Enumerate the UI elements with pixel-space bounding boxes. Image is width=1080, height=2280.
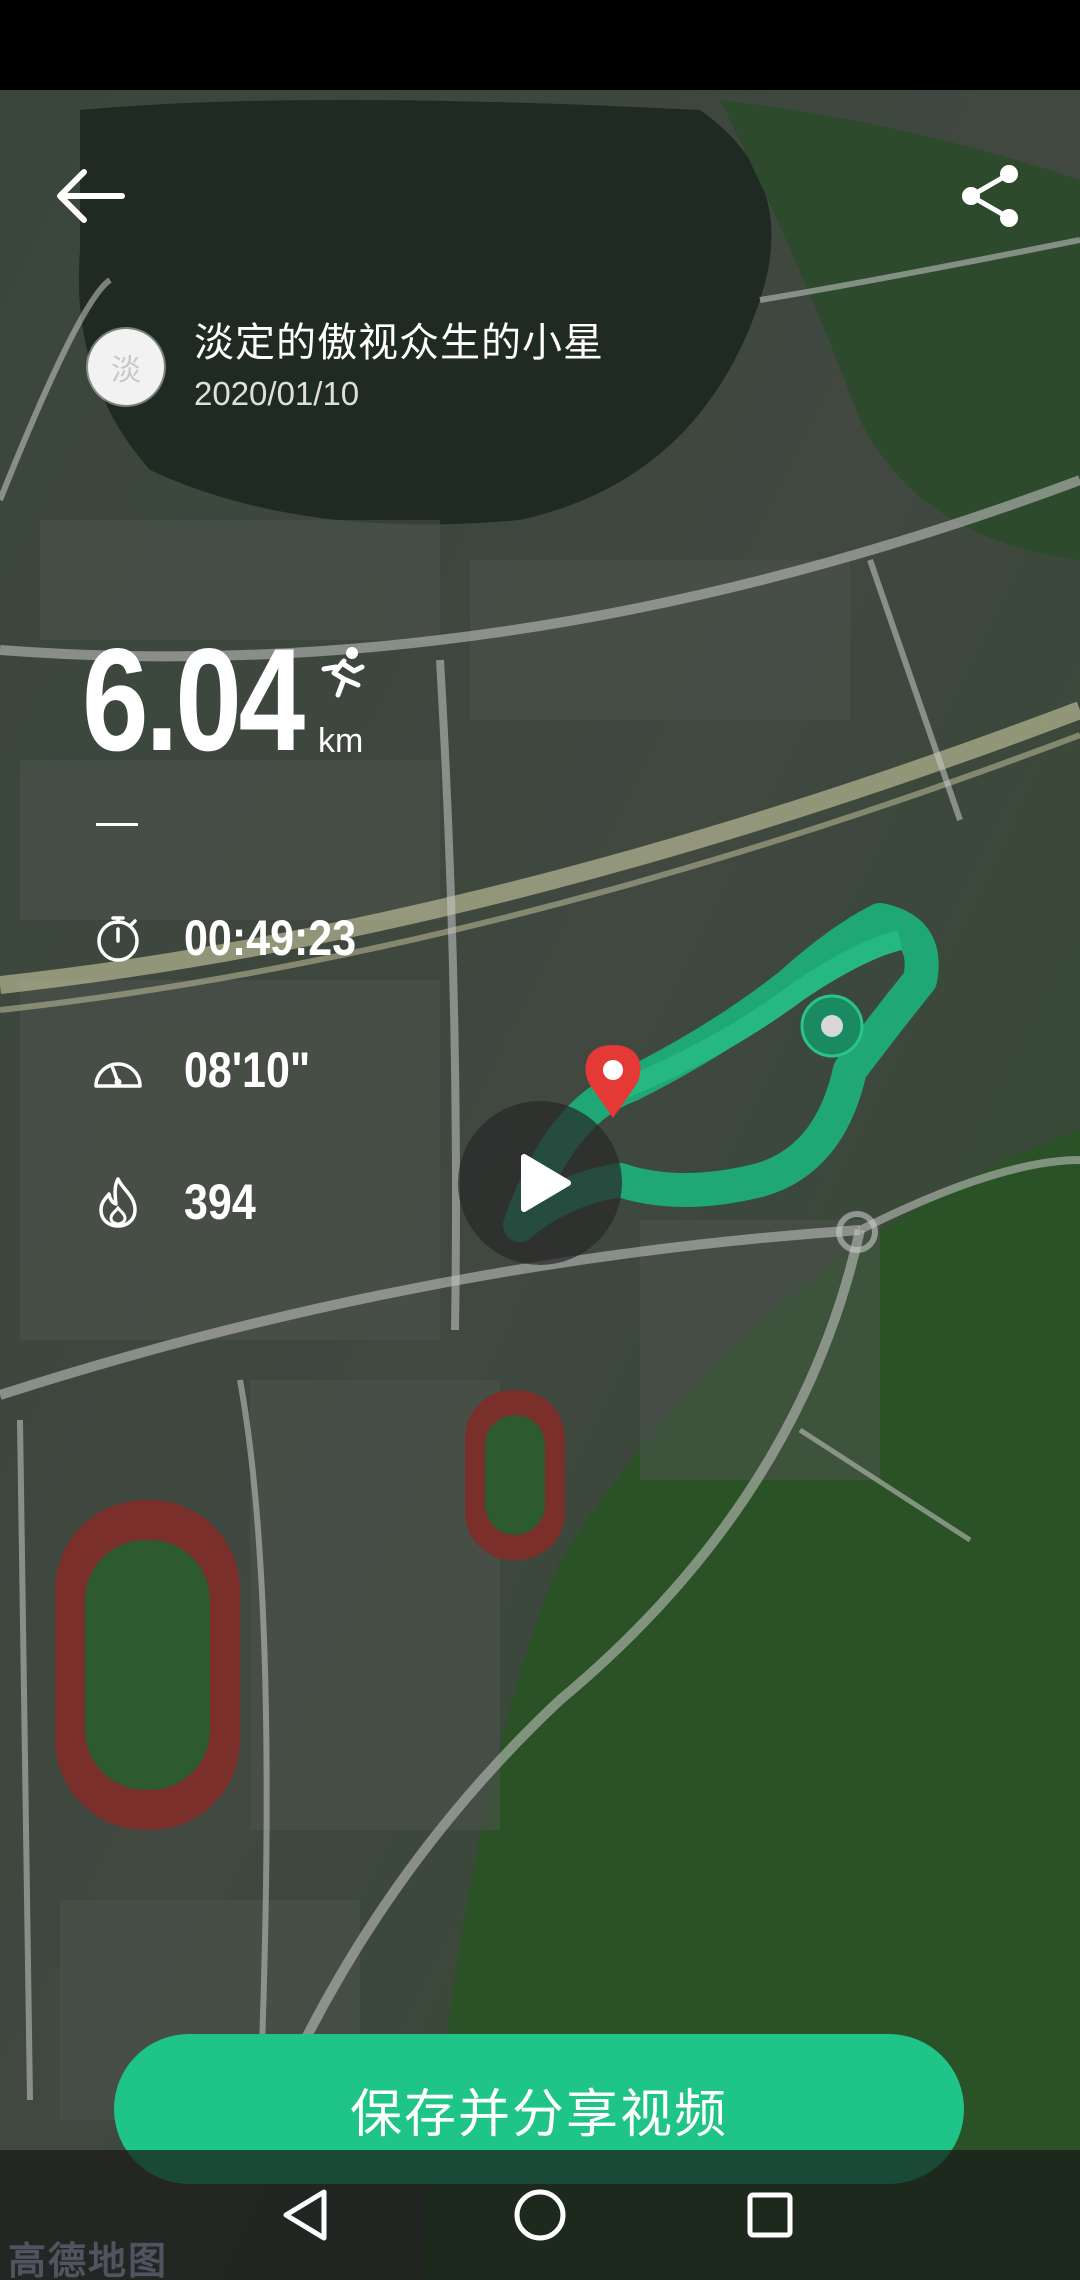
activity-date: 2020/01/10 xyxy=(194,375,360,412)
back-button[interactable] xyxy=(50,160,130,232)
nav-recents-icon xyxy=(747,2192,793,2238)
map-stadium-large xyxy=(55,1500,240,1830)
avatar[interactable]: 淡 xyxy=(88,329,164,405)
pace-value: 08'10" xyxy=(184,1042,311,1098)
map-stadium-small xyxy=(465,1390,565,1560)
play-button[interactable] xyxy=(458,1101,622,1265)
duration-value: 00:49:23 xyxy=(184,910,357,966)
user-info: 淡 淡定的傲视众生的小星 2020/01/10 xyxy=(88,318,604,416)
nav-recents-button[interactable] xyxy=(735,2180,805,2250)
user-text: 淡定的傲视众生的小星 2020/01/10 xyxy=(194,318,604,416)
nav-back-icon xyxy=(283,2189,327,2241)
stat-duration: 00:49:23 xyxy=(92,906,384,970)
arrow-left-icon xyxy=(57,169,125,223)
status-bar xyxy=(0,0,1080,90)
speedometer-icon xyxy=(92,1044,144,1096)
stopwatch-icon xyxy=(92,912,144,964)
runner-icon xyxy=(321,647,365,698)
share-button[interactable] xyxy=(955,160,1027,232)
flame-icon xyxy=(92,1176,144,1228)
share-icon xyxy=(962,165,1018,227)
stat-pace: 08'10" xyxy=(92,1038,331,1102)
nav-home-icon xyxy=(514,2189,566,2241)
play-icon xyxy=(521,1154,571,1212)
distance-unit: km xyxy=(318,722,364,760)
divider xyxy=(96,823,138,826)
avatar-text: 淡 xyxy=(111,354,141,387)
screen: 淡 淡定的傲视众生的小星 2020/01/10 6.04 km 00:49:23 xyxy=(0,0,1080,2280)
map-provider-watermark: 高德地图 xyxy=(8,2241,169,2280)
stat-calories: 394 xyxy=(92,1170,267,1234)
distance-value: 6.04 xyxy=(82,618,305,781)
nav-home-button[interactable] xyxy=(505,2180,575,2250)
username: 淡定的傲视众生的小星 xyxy=(194,321,604,365)
route-end-marker xyxy=(800,994,864,1058)
nav-back-button[interactable] xyxy=(272,2180,342,2250)
calories-value: 394 xyxy=(184,1174,256,1230)
